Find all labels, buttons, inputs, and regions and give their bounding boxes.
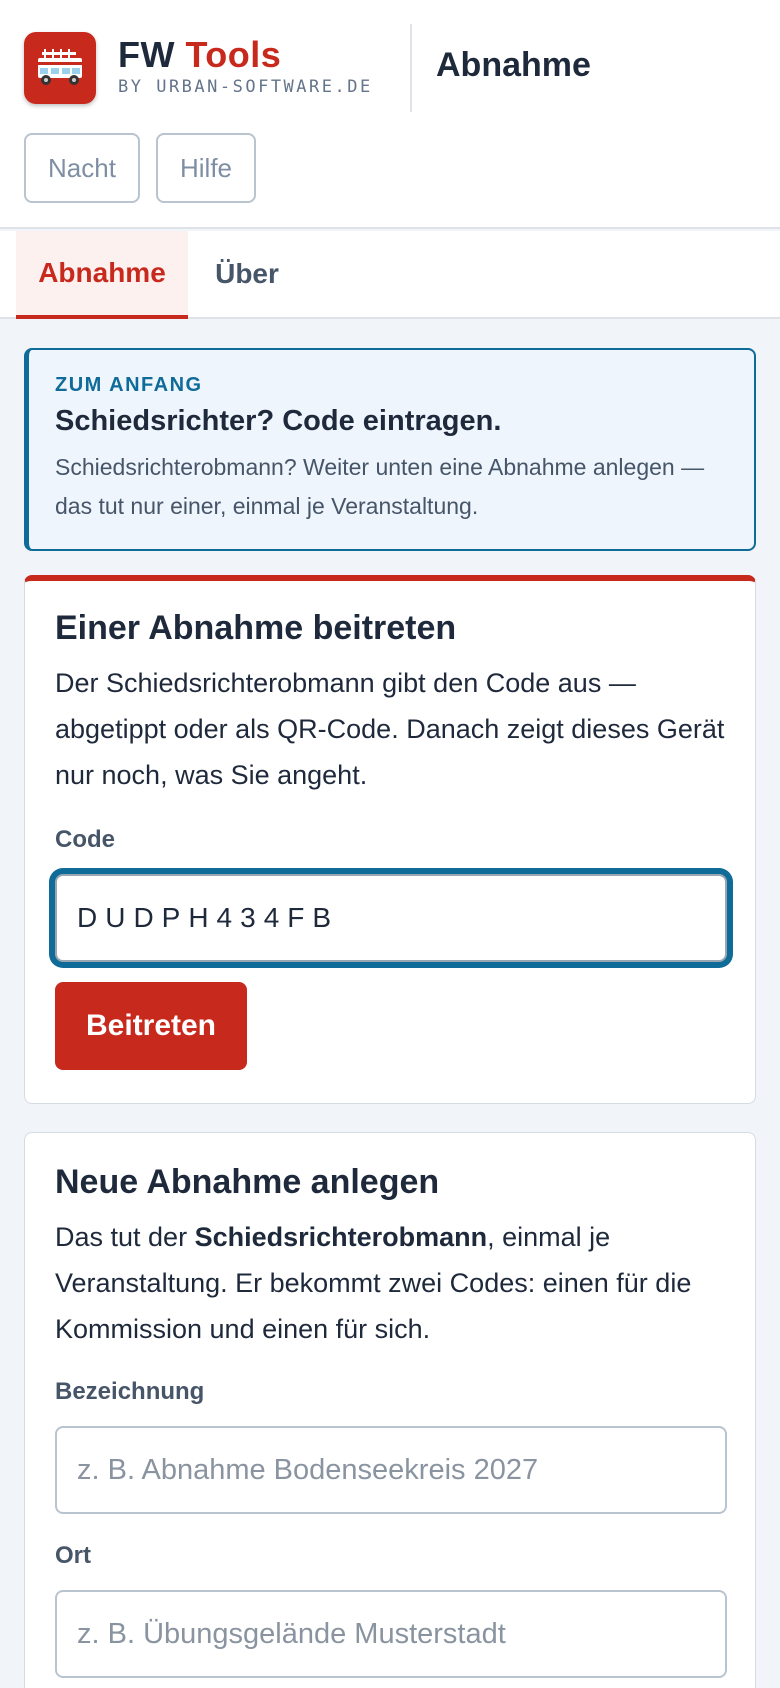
join-button[interactable]: Beitreten <box>55 982 247 1070</box>
create-title: Neue Abnahme anlegen <box>55 1163 440 1201</box>
create-description: Das tut der Schiedsrichterobmann, einmal… <box>55 1214 725 1352</box>
info-title: Schiedsrichter? Code eintragen. <box>55 405 502 437</box>
join-description: Der Schiedsrichterobmann gibt den Code a… <box>55 668 725 790</box>
header-divider <box>410 24 412 112</box>
fire-truck-icon <box>24 32 96 104</box>
brand-title-part2: Tools <box>185 34 282 75</box>
create-card: Neue Abnahme anlegen Das tut der Schieds… <box>24 1132 756 1688</box>
join-title: Einer Abnahme beitreten <box>55 609 457 647</box>
place-label: Ort <box>55 1542 91 1569</box>
create-description-before: Das tut der <box>55 1222 195 1252</box>
join-card: Einer Abnahme beitreten Der Schiedsricht… <box>24 575 756 1104</box>
create-description-bold: Schiedsrichterobmann <box>194 1222 488 1252</box>
help-button[interactable]: Hilfe <box>156 133 256 203</box>
night-mode-button[interactable]: Nacht <box>24 133 140 203</box>
info-text: Schiedsrichterobmann? Weiter unten eine … <box>55 454 705 519</box>
info-box: ZUM ANFANG Schiedsrichter? Code eintrage… <box>24 348 756 551</box>
name-input[interactable] <box>55 1426 727 1514</box>
brand-subtitle: BY URBAN-SOFTWARE.DE <box>118 77 373 97</box>
tab-bar: Abnahme Über <box>0 231 780 319</box>
code-label: Code <box>55 826 115 853</box>
brand-title: FW Tools <box>118 34 281 76</box>
brand-title-part1: FW <box>118 34 175 75</box>
place-input[interactable] <box>55 1590 727 1678</box>
name-label: Bezeichnung <box>55 1378 205 1405</box>
page-title: Abnahme <box>436 46 591 84</box>
tab-about[interactable]: Über <box>208 231 286 317</box>
app-header: FW Tools BY URBAN-SOFTWARE.DE Abnahme Na… <box>0 0 780 229</box>
code-input[interactable] <box>55 874 727 962</box>
info-kicker: ZUM ANFANG <box>55 374 203 396</box>
tab-abnahme[interactable]: Abnahme <box>16 231 188 319</box>
